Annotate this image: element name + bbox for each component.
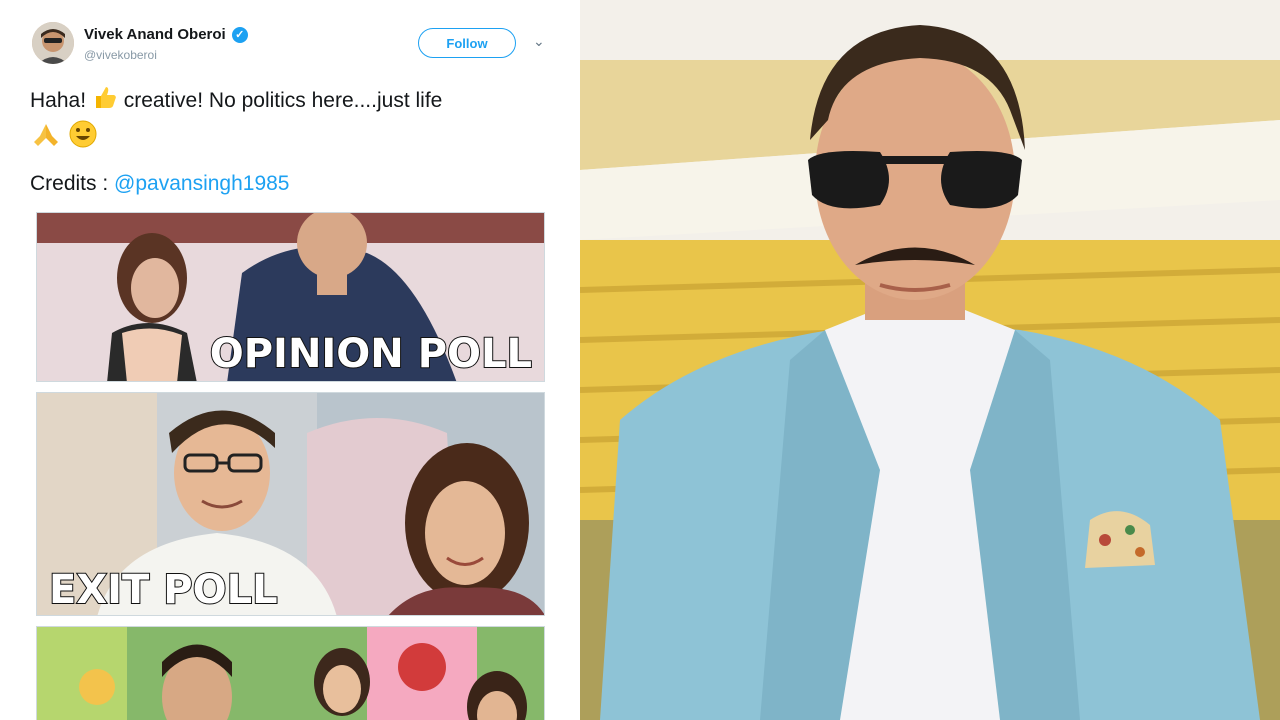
author-avatar[interactable] [32,22,74,64]
opinion-poll-caption: OPINION POLL [209,330,533,378]
exit-poll-caption: EXIT POLL [48,566,279,614]
follow-button[interactable]: Follow [418,28,516,58]
author-name[interactable]: Vivek Anand Oberoi ✓ [84,26,248,43]
credits-mention-link[interactable]: @pavansingh1985 [114,172,289,195]
man-in-blue-jacket-image [580,0,1280,720]
meme-panel-exit-poll[interactable]: EXIT POLL [36,392,545,616]
tweet-card: Vivek Anand Oberoi ✓ @vivekoberoi Follow… [0,0,578,720]
tweet-text-part2: creative! No politics here....just life [117,89,443,113]
smiling-face-emoji [68,119,98,158]
meme-panel-third[interactable] [36,626,545,720]
tweet-text: Haha! creative! No politics here....just… [30,84,550,158]
credits-line: Credits : @pavansingh1985 [30,172,290,196]
author-handle[interactable]: @vivekoberoi [84,48,157,62]
folded-hands-emoji [30,120,62,157]
author-name-text: Vivek Anand Oberoi [84,26,226,43]
credits-label: Credits : [30,172,115,195]
chevron-down-icon[interactable]: ⌄ [533,33,545,50]
tweet-text-part1: Haha! [30,89,92,113]
thumbs-up-emoji [92,84,118,119]
portrait-photo [580,0,1280,720]
verified-badge-icon: ✓ [231,26,248,43]
meme-panel-opinion-poll[interactable]: OPINION POLL [36,212,545,382]
third-panel-photo [37,627,544,720]
